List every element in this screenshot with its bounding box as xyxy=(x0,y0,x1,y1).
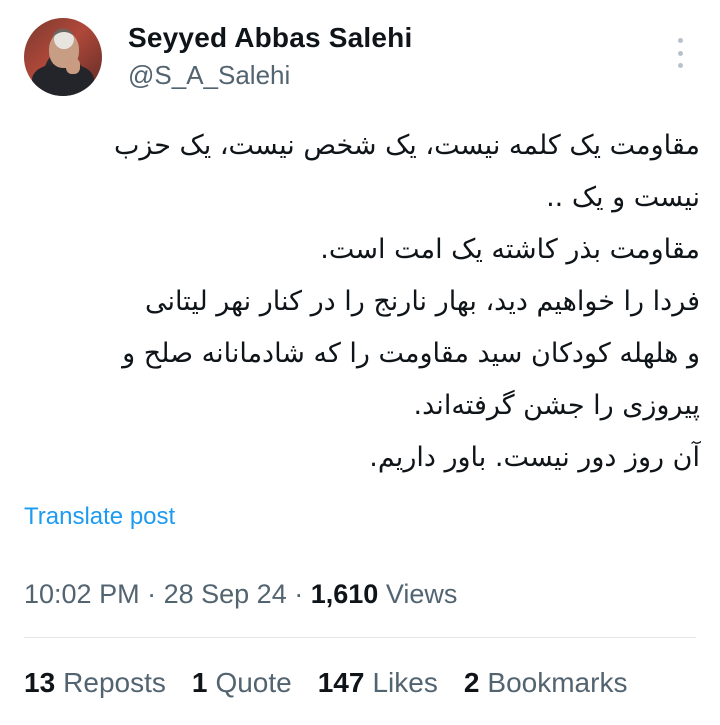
quotes-label: Quote xyxy=(215,667,292,698)
views-count: 1,610 xyxy=(310,579,379,609)
tweet-line: نیست و یک .. xyxy=(546,182,700,213)
likes-stat[interactable]: 147 Likes xyxy=(318,667,438,699)
tweet-line: فردا را خواهیم دید، بهار نارنج را در کنا… xyxy=(144,286,700,317)
more-vertical-icon[interactable] xyxy=(668,38,692,68)
post-time[interactable]: 10:02 PM xyxy=(24,579,140,609)
divider xyxy=(24,637,696,638)
likes-count: 147 xyxy=(317,667,365,698)
quotes-stat[interactable]: 1 Quote xyxy=(192,667,292,699)
more-dot xyxy=(677,38,683,43)
bookmarks-count: 2 xyxy=(463,667,480,698)
views-label: Views xyxy=(385,579,458,609)
tweet-line: مقاومت بذر کاشته یک امت است. xyxy=(320,234,700,265)
tweet-line: آن روز دور نیست. باور داریم. xyxy=(369,442,700,473)
tweet-line: و هلهله کودکان سید مقاومت را که شادمانان… xyxy=(122,338,700,369)
bookmarks-stat[interactable]: 2 Bookmarks xyxy=(464,667,628,699)
author-handle[interactable]: @S_A_Salehi xyxy=(128,60,290,91)
meta-separator: · xyxy=(147,579,157,609)
more-dot xyxy=(677,50,683,56)
bookmarks-label: Bookmarks xyxy=(487,667,628,698)
tweet-line: پیروزی را جشن گرفته‌اند. xyxy=(413,390,700,421)
meta-separator: · xyxy=(294,579,304,609)
author-name[interactable]: Seyyed Abbas Salehi xyxy=(128,22,412,54)
avatar-hand-shape xyxy=(66,58,80,74)
tweet-line: مقاومت یک کلمه نیست، یک شخص نیست، یک حزب xyxy=(113,130,700,161)
reposts-label: Reposts xyxy=(63,667,166,698)
avatar-body-shape xyxy=(32,64,94,96)
reposts-stat[interactable]: 13 Reposts xyxy=(24,667,166,699)
post-meta: 10:02 PM · 28 Sep 24 · 1,610 Views xyxy=(24,579,457,610)
engagement-stats: 13 Reposts 1 Quote 147 Likes 2 Bookmarks xyxy=(24,667,627,699)
reposts-count: 13 xyxy=(24,667,56,698)
translate-post-link[interactable]: Translate post xyxy=(24,503,175,531)
more-dot xyxy=(677,63,683,68)
likes-label: Likes xyxy=(372,667,438,698)
avatar[interactable] xyxy=(24,18,102,96)
tweet-text: مقاومت یک کلمه نیست، یک شخص نیست، یک حزب… xyxy=(22,120,700,484)
post-date[interactable]: 28 Sep 24 xyxy=(164,579,287,609)
quotes-count: 1 xyxy=(191,667,208,698)
